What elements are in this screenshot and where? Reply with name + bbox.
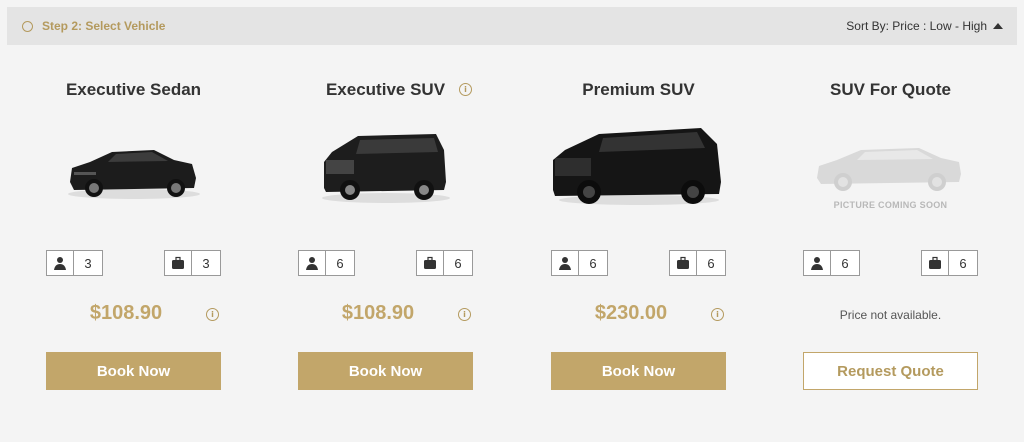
vehicle-price: $108.90 [89, 302, 163, 324]
luggage-count: 6 [707, 255, 715, 271]
sort-up-arrow-icon[interactable] [993, 23, 1003, 29]
passenger-capacity: 6 [551, 250, 608, 276]
luggage-capacity: 6 [669, 250, 726, 276]
passenger-icon [47, 251, 74, 275]
vehicle-card-premium-suv: Premium SUV 6 6 $230.00 i Book Now [551, 60, 726, 400]
sort-control[interactable]: Sort By: Price : Low - High [846, 19, 1003, 33]
passenger-icon [299, 251, 326, 275]
luggage-capacity: 6 [921, 250, 978, 276]
book-now-button[interactable]: Book Now [46, 352, 221, 390]
luggage-icon [417, 251, 444, 275]
passenger-count: 6 [336, 255, 344, 271]
passenger-capacity: 6 [803, 250, 860, 276]
luggage-icon [922, 251, 949, 275]
step-bar: Step 2: Select Vehicle Sort By: Price : … [7, 7, 1017, 45]
passenger-capacity: 6 [298, 250, 355, 276]
vehicle-name: Executive Sedan [65, 80, 202, 99]
price-info-icon[interactable]: i [711, 308, 724, 321]
sort-label[interactable]: Sort By: Price : Low - High [846, 19, 987, 33]
vehicle-card-suv-for-quote: SUV For Quote PICTURE COMING SOON 6 6 Pr… [803, 60, 978, 400]
step-title: Step 2: Select Vehicle [42, 19, 166, 33]
request-quote-button[interactable]: Request Quote [803, 352, 978, 390]
vehicle-card-executive-suv: Executive SUV i 6 6 $108.90 i Book Now [298, 60, 473, 400]
luggage-icon [670, 251, 697, 275]
passenger-count: 6 [589, 255, 597, 271]
luggage-count: 3 [202, 255, 210, 271]
price-info-icon[interactable]: i [458, 308, 471, 321]
passenger-count: 6 [841, 255, 849, 271]
book-now-button[interactable]: Book Now [298, 352, 473, 390]
vehicle-price: $108.90 [341, 302, 415, 324]
vehicle-name: Premium SUV [582, 80, 695, 99]
vehicle-price: $230.00 [594, 302, 668, 324]
step-circle-icon [22, 20, 33, 32]
vehicle-info-icon[interactable]: i [459, 83, 472, 96]
luggage-count: 6 [959, 255, 967, 271]
price-info-icon[interactable]: i [206, 308, 219, 321]
picture-coming-soon-label: PICTURE COMING SOON [833, 200, 948, 210]
vehicle-card-executive-sedan: Executive Sedan 3 3 $108.90 i Book Now [46, 60, 221, 400]
passenger-count: 3 [84, 255, 92, 271]
luggage-capacity: 6 [416, 250, 473, 276]
vehicle-name: SUV For Quote [830, 80, 951, 99]
luggage-capacity: 3 [164, 250, 221, 276]
placeholder-car-image [817, 148, 961, 191]
suv-image [322, 134, 450, 203]
luggage-icon [165, 251, 192, 275]
luggage-count: 6 [454, 255, 462, 271]
step-header: Step 2: Select Vehicle [22, 19, 165, 33]
premium-suv-image [553, 128, 721, 205]
price-not-available: Price not available. [839, 308, 942, 322]
sedan-image [68, 150, 200, 199]
passenger-icon [804, 251, 831, 275]
passenger-icon [552, 251, 579, 275]
vehicle-name: Executive SUV [325, 80, 446, 99]
passenger-capacity: 3 [46, 250, 103, 276]
book-now-button[interactable]: Book Now [551, 352, 726, 390]
